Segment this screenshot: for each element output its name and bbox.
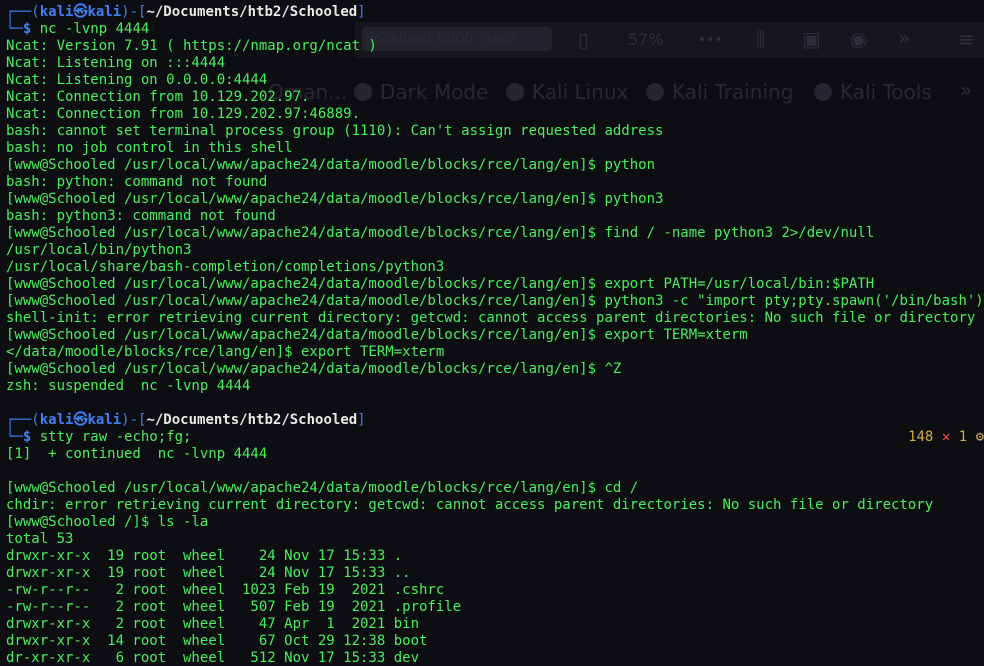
output-line: drwxr-xr-x 14 root wheel 67 Oct 29 12:38… xyxy=(6,633,428,649)
output-line: Ncat: Version 7.91 ( https://nmap.org/nc… xyxy=(6,38,377,54)
exit-code: 1 xyxy=(958,429,968,445)
output-line: Ncat: Listening on 0.0.0.0:4444 xyxy=(6,72,268,88)
gear-icon: ⚙ xyxy=(975,429,984,445)
output-line: Ncat: Listening on :::4444 xyxy=(6,55,226,71)
output-line: [www@Schooled /usr/local/www/apache24/da… xyxy=(6,361,622,377)
output-line: [www@Schooled /usr/local/www/apache24/da… xyxy=(6,276,875,292)
output-line: [www@Schooled /usr/local/www/apache24/da… xyxy=(6,327,748,343)
output-line: [www@Schooled /]$ ls -la xyxy=(6,514,209,530)
output-line: -rw-r--r-- 2 root wheel 507 Feb 19 2021 … xyxy=(6,599,462,615)
output-line: bash: python: command not found xyxy=(6,174,268,190)
output-line: /usr/local/bin/python3 xyxy=(6,242,192,258)
prompt-line-1: ┌──(kali㉿kali)-[~/Documents/htb2/Schoole… xyxy=(6,4,366,20)
output-line: [www@Schooled /usr/local/www/apache24/da… xyxy=(6,191,664,207)
output-line: shell-init: error retrieving current dir… xyxy=(6,310,976,326)
output-line: -rw-r--r-- 2 root wheel 1023 Feb 19 2021… xyxy=(6,582,445,598)
output-line: [www@Schooled /usr/local/www/apache24/da… xyxy=(6,293,984,309)
output-line: bash: python3: command not found xyxy=(6,208,276,224)
output-line: /usr/local/share/bash-completion/complet… xyxy=(6,259,445,275)
output-line: drwxr-xr-x 2 root wheel 47 Apr 1 2021 bi… xyxy=(6,616,420,632)
output-line: [www@Schooled /usr/local/www/apache24/da… xyxy=(6,480,639,496)
output-line: [www@Schooled /usr/local/www/apache24/da… xyxy=(6,225,875,241)
command-line-1: └─$ nc -lvnp 4444 xyxy=(6,21,150,37)
command-line-2: └─$ stty raw -echo;fg; 148 ✕ 1 ⚙ xyxy=(6,429,984,446)
history-count: 148 xyxy=(908,429,934,445)
output-line: drwxr-xr-x 19 root wheel 24 Nov 17 15:33… xyxy=(6,565,411,581)
output-line: [1] + continued nc -lvnp 4444 xyxy=(6,446,268,462)
error-x-icon: ✕ xyxy=(941,429,951,445)
output-line: Ncat: Connection from 10.129.202.97. xyxy=(6,89,310,105)
output-line-blank xyxy=(6,395,984,412)
output-line: drwxr-xr-x 19 root wheel 24 Nov 17 15:33… xyxy=(6,548,403,564)
output-line: [www@Schooled /usr/local/www/apache24/da… xyxy=(6,157,656,173)
output-line: </data/moodle/blocks/rce/lang/en]$ expor… xyxy=(6,344,445,360)
prompt-line-2: ┌──(kali㉿kali)-[~/Documents/htb2/Schoole… xyxy=(6,412,366,428)
output-line: chdir: error retrieving current director… xyxy=(6,497,934,513)
output-line-blank xyxy=(6,463,984,480)
output-line: bash: cannot set terminal process group … xyxy=(6,123,664,139)
terminal-window[interactable]: ┌──(kali㉿kali)-[~/Documents/htb2/Schoole… xyxy=(6,4,984,666)
exit-status: 148 ✕ 1 ⚙ xyxy=(908,429,984,446)
output-line: total 53 xyxy=(6,531,74,547)
output-line: dr-xr-xr-x 6 root wheel 512 Nov 17 15:33… xyxy=(6,650,420,666)
output-line: zsh: suspended nc -lvnp 4444 xyxy=(6,378,251,394)
output-line: bash: no job control in this shell xyxy=(6,140,293,156)
output-line: Ncat: Connection from 10.129.202.97:4688… xyxy=(6,106,361,122)
